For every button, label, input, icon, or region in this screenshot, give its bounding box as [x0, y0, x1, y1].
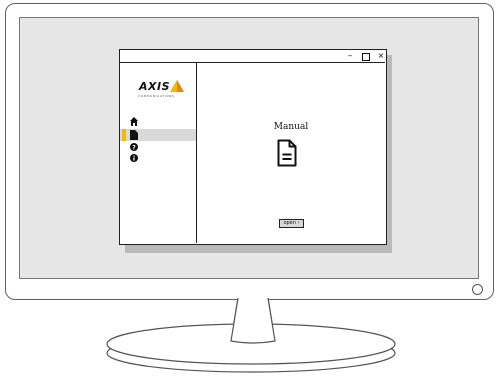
sidebar: AXIS COMMUNICATIONS ?: [120, 63, 197, 243]
close-button[interactable]: ×: [376, 50, 386, 63]
active-item-indicator: [122, 129, 126, 141]
maximize-button[interactable]: [362, 53, 370, 61]
document-icon: [130, 130, 138, 140]
axis-logo-tagline: COMMUNICATIONS: [138, 94, 175, 98]
monitor-neck-front: [230, 298, 276, 344]
power-button[interactable]: [472, 284, 483, 295]
app-window: – × AXIS COMMUNICATIONS ? Manual open ›: [119, 49, 387, 245]
open-button[interactable]: open ›: [279, 219, 304, 228]
sidebar-item-manual[interactable]: [120, 129, 196, 141]
document-icon: [277, 139, 297, 167]
main-content: Manual open ›: [197, 63, 385, 243]
sidebar-item-info[interactable]: [120, 153, 196, 164]
sidebar-item-help[interactable]: ?: [120, 142, 196, 152]
axis-logo-text: AXIS: [139, 80, 171, 93]
minimize-button[interactable]: –: [345, 50, 355, 63]
axis-logo-icon: [170, 80, 184, 92]
page-title: Manual: [273, 122, 309, 132]
svg-text:?: ?: [132, 145, 136, 152]
window-titlebar[interactable]: – ×: [120, 50, 385, 63]
info-icon: [130, 154, 138, 162]
sidebar-item-home[interactable]: [120, 116, 196, 129]
home-icon: [130, 117, 138, 126]
help-icon: ?: [130, 143, 138, 151]
